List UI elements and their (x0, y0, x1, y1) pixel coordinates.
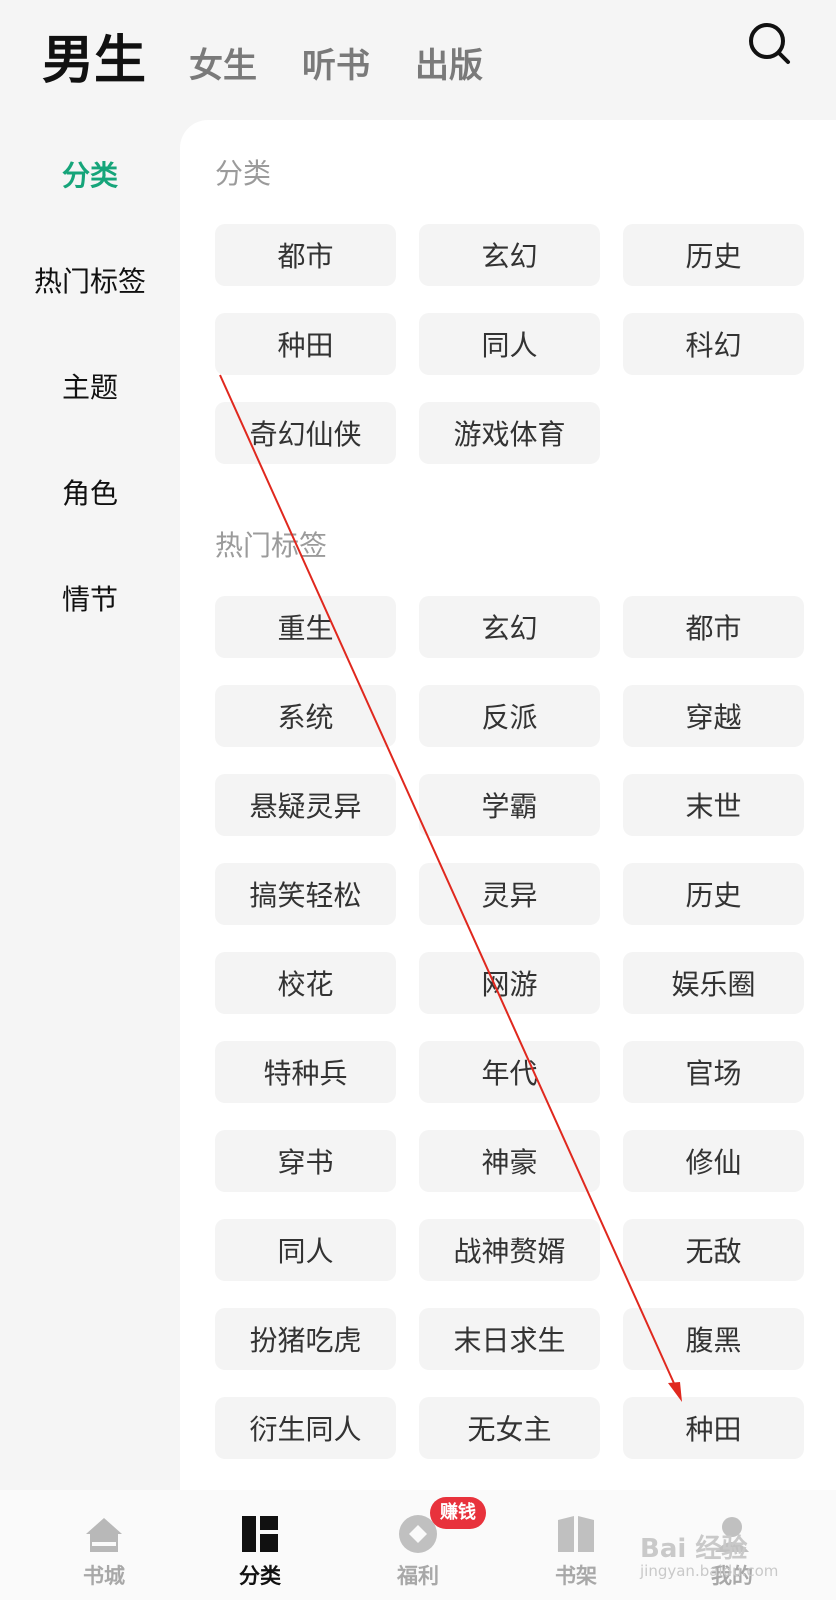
category-grid-icon (242, 1516, 278, 1552)
nav-label: 分类 (239, 1564, 281, 1588)
hot-tag[interactable]: 特种兵 (215, 1041, 396, 1103)
hot-tag[interactable]: 学霸 (419, 774, 600, 836)
hot-tag[interactable]: 网游 (419, 952, 600, 1014)
tab-publishing[interactable]: 出版 (415, 38, 483, 87)
bottom-nav-bar: 书城 分类 福利 书架 我的 (0, 1490, 836, 1600)
category-tag[interactable]: 奇幻仙侠 (215, 402, 396, 464)
section-title-category: 分类 (215, 157, 272, 190)
hot-tag[interactable]: 扮猪吃虎 (215, 1308, 396, 1370)
tag-panel: 分类 都市 玄幻 历史 种田 同人 科幻 奇幻仙侠 游戏体育 热门标签 重生 玄… (180, 120, 836, 1500)
category-tag[interactable]: 种田 (215, 313, 396, 375)
category-sidebar: 分类 热门标签 主题 角色 情节 (0, 120, 180, 1490)
hot-tag[interactable]: 腹黑 (623, 1308, 804, 1370)
nav-label: 我的 (711, 1564, 753, 1588)
hot-tag[interactable]: 无敌 (623, 1219, 804, 1281)
bookshelf-icon (558, 1516, 594, 1552)
hot-tag[interactable]: 同人 (215, 1219, 396, 1281)
hot-tag[interactable]: 种田 (623, 1397, 804, 1459)
nav-bookstore[interactable]: 书城 (44, 1490, 164, 1600)
sidebar-item-theme[interactable]: 主题 (0, 366, 180, 406)
hot-tag[interactable]: 末日求生 (419, 1308, 600, 1370)
earn-money-badge: 赚钱 (430, 1497, 486, 1529)
category-tag[interactable]: 游戏体育 (419, 402, 600, 464)
hot-tag-grid: 重生 玄幻 都市 系统 反派 穿越 悬疑灵异 学霸 末世 搞笑轻松 灵异 历史 … (215, 596, 805, 1459)
nav-profile[interactable]: 我的 (672, 1490, 792, 1600)
nav-label: 书城 (83, 1564, 125, 1588)
sidebar-item-plot[interactable]: 情节 (0, 578, 180, 618)
hot-tag[interactable]: 年代 (419, 1041, 600, 1103)
hot-tag[interactable]: 穿书 (215, 1130, 396, 1192)
category-tag[interactable]: 科幻 (623, 313, 804, 375)
hot-tag[interactable]: 穿越 (623, 685, 804, 747)
search-icon (749, 23, 790, 64)
hot-tag[interactable]: 历史 (623, 863, 804, 925)
hot-tag[interactable]: 娱乐圈 (623, 952, 804, 1014)
hot-tag[interactable]: 衍生同人 (215, 1397, 396, 1459)
search-button[interactable] (746, 20, 794, 68)
hot-tag[interactable]: 系统 (215, 685, 396, 747)
hot-tag[interactable]: 神豪 (419, 1130, 600, 1192)
category-tag-grid: 都市 玄幻 历史 种田 同人 科幻 奇幻仙侠 游戏体育 (215, 224, 805, 464)
hot-tag[interactable]: 都市 (623, 596, 804, 658)
hot-tag[interactable]: 修仙 (623, 1130, 804, 1192)
nav-category[interactable]: 分类 (200, 1490, 320, 1600)
sidebar-item-category[interactable]: 分类 (0, 154, 180, 194)
nav-label: 福利 (397, 1564, 439, 1588)
nav-bookshelf[interactable]: 书架 (516, 1490, 636, 1600)
profile-icon (715, 1517, 749, 1552)
hot-tag[interactable]: 搞笑轻松 (215, 863, 396, 925)
hot-tag[interactable]: 校花 (215, 952, 396, 1014)
category-tag[interactable]: 都市 (215, 224, 396, 286)
hot-tag[interactable]: 无女主 (419, 1397, 600, 1459)
hot-tag[interactable]: 战神赘婿 (419, 1219, 600, 1281)
tab-audiobook[interactable]: 听书 (302, 38, 370, 87)
section-title-hot-tags: 热门标签 (215, 529, 328, 562)
hot-tag[interactable]: 灵异 (419, 863, 600, 925)
hot-tag[interactable]: 官场 (623, 1041, 804, 1103)
tab-male[interactable]: 男生 (42, 18, 146, 93)
sidebar-item-hot-tags[interactable]: 热门标签 (0, 260, 180, 300)
hot-tag[interactable]: 重生 (215, 596, 396, 658)
category-tag[interactable]: 历史 (623, 224, 804, 286)
hot-tag[interactable]: 末世 (623, 774, 804, 836)
home-icon (86, 1518, 122, 1552)
sidebar-item-role[interactable]: 角色 (0, 472, 180, 512)
category-tag[interactable]: 玄幻 (419, 224, 600, 286)
tab-female[interactable]: 女生 (189, 38, 257, 87)
top-tab-bar: 男生 女生 听书 出版 (0, 0, 836, 120)
category-tag[interactable]: 同人 (419, 313, 600, 375)
hot-tag[interactable]: 反派 (419, 685, 600, 747)
hot-tag[interactable]: 悬疑灵异 (215, 774, 396, 836)
nav-label: 书架 (555, 1564, 597, 1588)
hot-tag[interactable]: 玄幻 (419, 596, 600, 658)
